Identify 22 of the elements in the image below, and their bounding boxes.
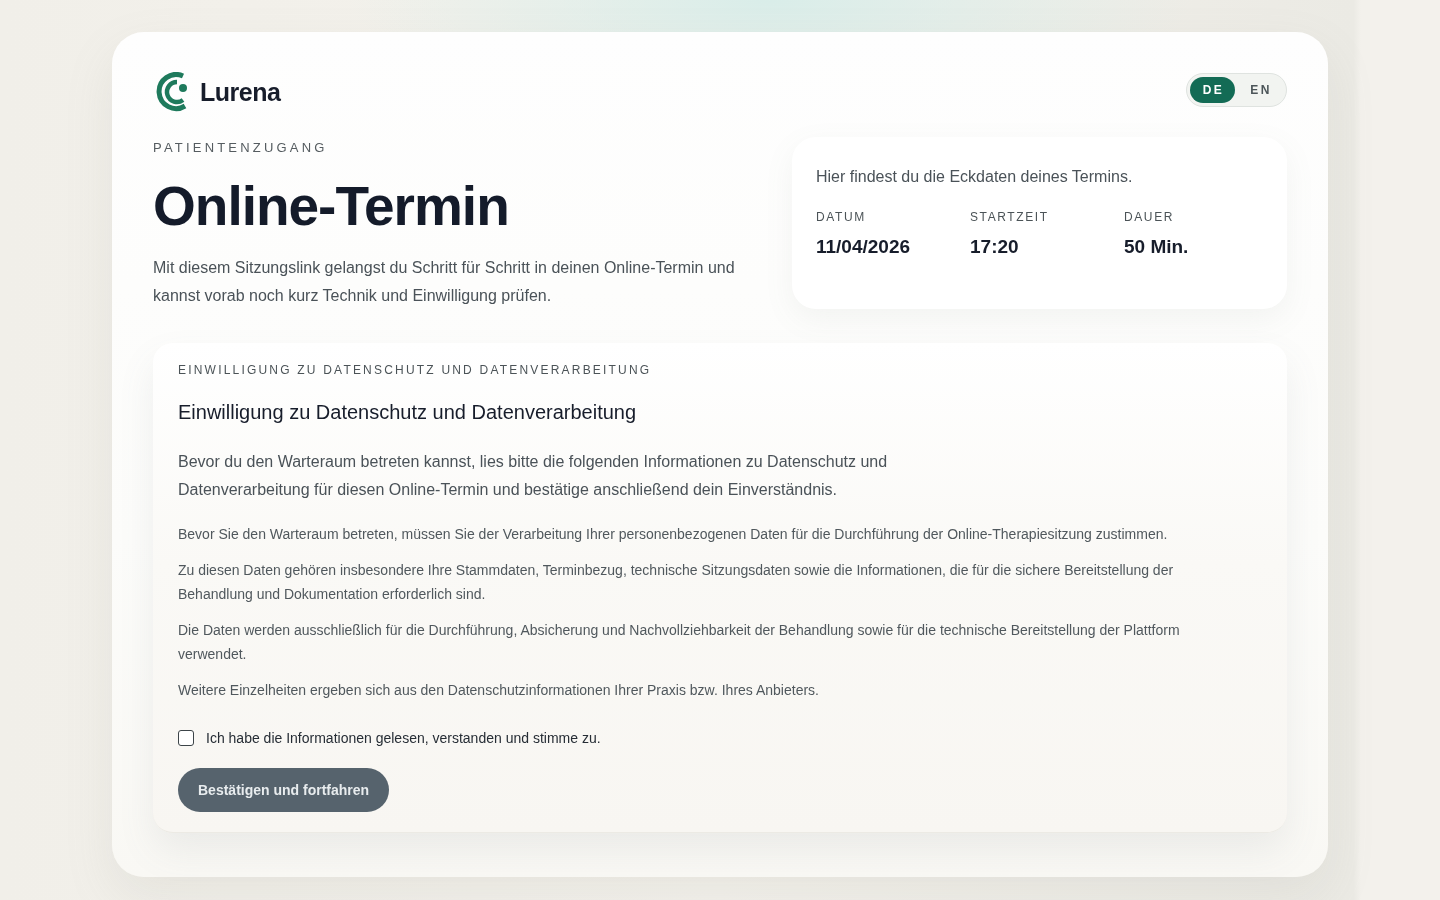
field-label: STARTZEIT — [970, 210, 1049, 224]
consent-paragraph: Bevor Sie den Warteraum betreten, müssen Sie der Verarbeitung Ihrer personenbezogenen Daten für die Durchführung der Online-Therapiesitzung zustimmen. — [178, 525, 1169, 545]
consent-paragraph: Die Daten werden ausschließlich für die Durchführung, Absicherung und Nachvollziehbarkeit der Behandlung sowie für die technische Bereitstellung der Plattform verwendet. — [178, 621, 1181, 665]
field-value: 17:20 — [970, 236, 1019, 258]
intro-text: Mit diesem Sitzungslink gelangst du Schritt für Schritt in deinen Online-Termin und kannst vorab noch kurz Technik und Einwilligung prüfen. — [153, 258, 736, 307]
consent-paragraph: Zu diesen Daten gehören insbesondere Ihre Stammdaten, Terminbezug, technische Sitzungsdaten sowie die Informationen, die für die sichere Bereitstellung der Behandlung und Dokumentation erforderlich sind. — [178, 561, 1175, 605]
field-label: DAUER — [1124, 210, 1174, 224]
section-title: Einwilligung zu Datenschutz und Datenverarbeitung — [178, 401, 638, 425]
consent-checkbox[interactable] — [178, 730, 194, 747]
brand-name: Lurena — [200, 78, 281, 107]
language-option[interactable]: EN — [1237, 77, 1283, 103]
lead-text: Bevor du den Warteraum betreten kannst, lies bitte die folgenden Informationen zu Datenschutz und Datenverarbeitung für diesen Online-Termin und bestätige anschließend dein Einverständnis. — [178, 452, 889, 501]
eyebrow-label: PATIENTENZUGANG — [153, 140, 329, 155]
field-value: 50 Min. — [1124, 236, 1189, 258]
language-option[interactable]: DE — [1189, 77, 1236, 103]
checkbox-label: Ich habe die Informationen gelesen, verstanden und stimme zu. — [206, 730, 601, 747]
appointment-intro: Hier findest du die Eckdaten deines Termins. — [816, 168, 1134, 186]
field-label: DATUM — [816, 210, 866, 224]
page-title: Online-Termin — [153, 175, 510, 239]
section-eyebrow: EINWILLIGUNG ZU DATENSCHUTZ UND DATENVERARBEITUNG — [178, 363, 653, 378]
consent-paragraph: Weitere Einzelheiten ergeben sich aus den Datenschutzinformationen Ihrer Praxis bzw. Ihres Anbieters. — [178, 681, 820, 701]
field-value: 11/04/2026 — [816, 236, 911, 258]
